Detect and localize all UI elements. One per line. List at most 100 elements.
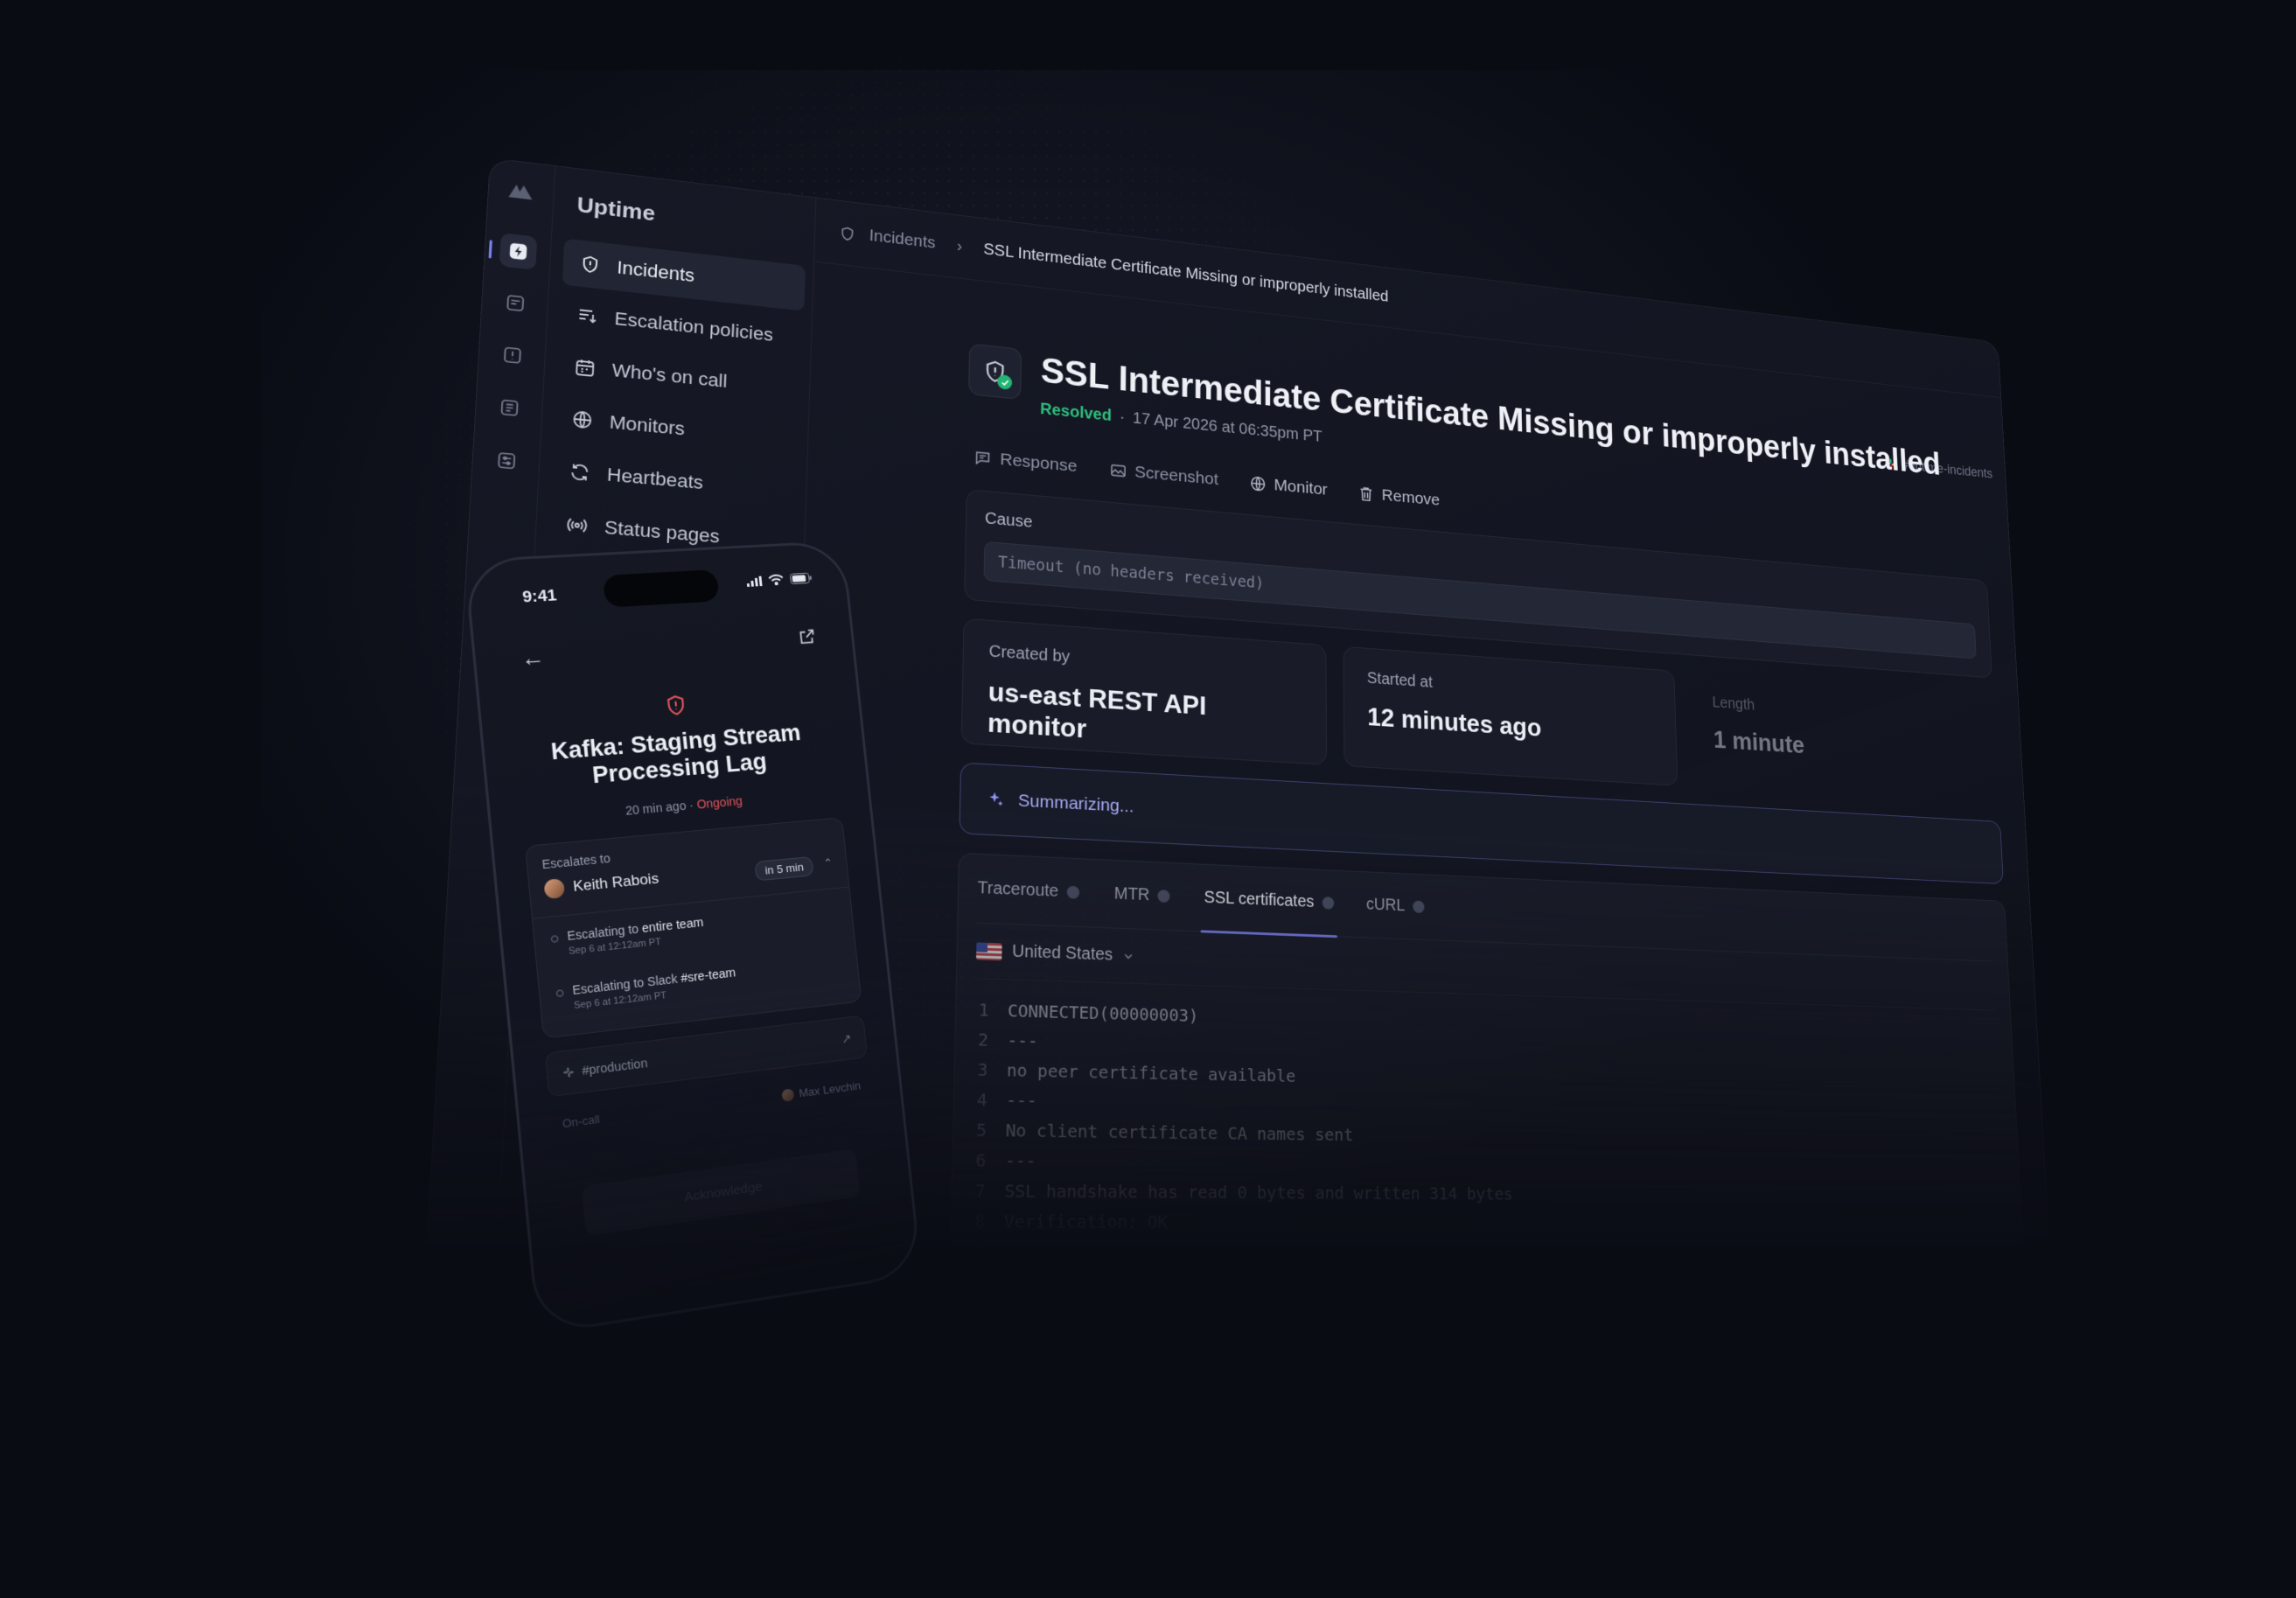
line-number: 11 — [969, 1303, 1003, 1325]
diagnostics-panel: Traceroute MTR SSL certificates cURL Uni… — [948, 853, 2028, 1351]
monitor-label: Monitor — [1274, 476, 1328, 499]
tab-label: MTR — [1114, 884, 1150, 905]
sidebar-item-label: Escalation policies — [614, 308, 773, 346]
phone-status-badge: Ongoing — [696, 794, 743, 812]
rail-settings-button[interactable] — [487, 442, 526, 479]
code-line: 9 --- — [970, 1237, 2009, 1267]
stat-created-by: Created by us-east REST API monitor — [961, 618, 1327, 765]
step-target: entire team — [641, 915, 704, 935]
remove-button[interactable]: Remove — [1357, 484, 1440, 510]
time-badge: in 5 min — [755, 856, 814, 882]
tab-traceroute[interactable]: Traceroute — [977, 854, 1080, 926]
line-number: 2 — [974, 1029, 1008, 1050]
ssl-output: 1 CONNECTED(00000003) 2 --- 3 no peer certifi… — [969, 979, 2013, 1329]
rail-logs-button[interactable] — [496, 284, 534, 322]
meta-separator: · — [1120, 408, 1125, 427]
step-dot-icon — [556, 989, 564, 997]
stage: Uptime Incidents Escalation policies Who… — [0, 0, 2296, 1598]
code-line: 8 Verification: OK — [971, 1206, 2008, 1237]
shield-alert-icon — [663, 693, 689, 718]
line-text: New, (NONE), Cipher is (NONE) — [1002, 1271, 1296, 1294]
sidebar-item-label: Who's on call — [611, 359, 728, 393]
rail-docs-button[interactable] — [490, 389, 528, 427]
line-text: --- — [1005, 1150, 1036, 1172]
info-icon — [1322, 897, 1333, 910]
wifi-icon — [768, 574, 785, 585]
image-icon — [1109, 461, 1127, 480]
rail-alerts-button[interactable] — [493, 337, 532, 374]
calendar-icon — [574, 357, 597, 379]
avatar — [781, 1088, 794, 1101]
chevron-updown-icon[interactable]: ⌃ — [823, 856, 834, 870]
stat-label: Length — [1712, 694, 1975, 729]
line-text: CONNECTED(00000003) — [1008, 1000, 1198, 1026]
refresh-icon — [569, 461, 591, 484]
stat-started-at: Started at 12 minutes ago — [1343, 646, 1678, 786]
tab-label: Traceroute — [977, 878, 1058, 901]
external-link-icon[interactable] — [797, 627, 817, 646]
info-icon — [1067, 886, 1079, 899]
sidebar-item-label: Status pages — [604, 516, 720, 548]
phone-status-icons — [746, 572, 813, 586]
broadcast-icon — [566, 514, 589, 537]
line-text: --- — [1003, 1241, 1035, 1263]
acknowledge-button[interactable]: Acknowledge — [582, 1148, 861, 1236]
back-arrow-icon[interactable]: ← — [520, 644, 546, 672]
step-target: #sre-team — [680, 966, 736, 986]
response-button[interactable]: Response — [974, 448, 1078, 477]
mobile-phone: 9:41 ← Kafka: Staging Stream Processing … — [464, 541, 922, 1336]
phone-incident-title: Kafka: Staging Stream Processing Lag — [520, 718, 833, 795]
us-flag-icon — [976, 942, 1002, 960]
tab-mtr[interactable]: MTR — [1113, 861, 1170, 931]
person-name: Keith Rabois — [572, 870, 659, 896]
line-text: no peer certificate available — [1007, 1059, 1296, 1085]
line-number: 4 — [974, 1089, 1007, 1111]
globe-icon — [1249, 474, 1266, 493]
logs-icon — [505, 293, 526, 313]
stat-value: us-east REST API monitor — [987, 676, 1303, 757]
tab-curl[interactable]: cURL — [1366, 872, 1425, 940]
sparkles-icon — [986, 789, 1007, 810]
escalation-card: Escalates to Keith Rabois in 5 min ⌃ Esc… — [525, 817, 862, 1038]
response-label: Response — [1000, 450, 1077, 476]
stat-value: 1 minute — [1713, 725, 1978, 771]
escalation-step: Escalating to entire team Sep 6 at 12:12… — [567, 915, 706, 957]
tab-label: SSL certificates — [1204, 889, 1315, 912]
document-icon — [499, 397, 520, 418]
phone-meta-dot: · — [688, 798, 694, 812]
chevron-down-icon — [1123, 950, 1134, 962]
incident-status-icon — [968, 344, 1022, 401]
shield-icon — [579, 254, 602, 276]
escalation-step: Escalating to Slack #sre-team Sep 6 at 1… — [572, 966, 738, 1012]
oncall-person-name: Max Levchin — [799, 1079, 862, 1100]
rail-uptime-button[interactable] — [499, 233, 538, 270]
oncall-label: On-call — [562, 1113, 600, 1131]
monitor-button[interactable]: Monitor — [1249, 473, 1327, 499]
line-number: 8 — [971, 1211, 1004, 1232]
breadcrumb-parent-link[interactable]: Incidents — [869, 227, 935, 253]
region-selected: United States — [1012, 942, 1113, 966]
escalation-person[interactable]: Keith Rabois — [543, 869, 659, 899]
tab-ssl-certificates[interactable]: SSL certificates — [1204, 864, 1334, 936]
info-icon — [1413, 901, 1424, 914]
signal-icon — [746, 576, 763, 586]
sidebar-item-label: Monitors — [609, 411, 685, 440]
sidebar-item-label: Incidents — [617, 257, 695, 287]
remove-label: Remove — [1382, 486, 1441, 510]
arrow-up-right-icon: ↗ — [841, 1030, 852, 1046]
battery-icon — [790, 572, 813, 584]
sidebar-item-label: Heartbeats — [606, 464, 703, 494]
line-text: Verification: OK — [1004, 1211, 1168, 1232]
info-icon — [1158, 890, 1170, 903]
line-text: No client certificate CA names sent — [1006, 1120, 1354, 1145]
rail-active-marker — [489, 240, 492, 258]
dynamic-island — [603, 569, 720, 608]
trash-icon — [1357, 485, 1374, 503]
line-text: --- — [1007, 1029, 1038, 1051]
code-line: 11 Secure Renegotiation IS NOT supported — [969, 1291, 2013, 1329]
stat-label: Started at — [1367, 669, 1654, 708]
shield-icon — [839, 225, 856, 242]
screenshot-button[interactable]: Screenshot — [1109, 460, 1218, 489]
tab-label: cURL — [1366, 896, 1405, 916]
phone-channel-name: #production — [582, 1056, 648, 1078]
